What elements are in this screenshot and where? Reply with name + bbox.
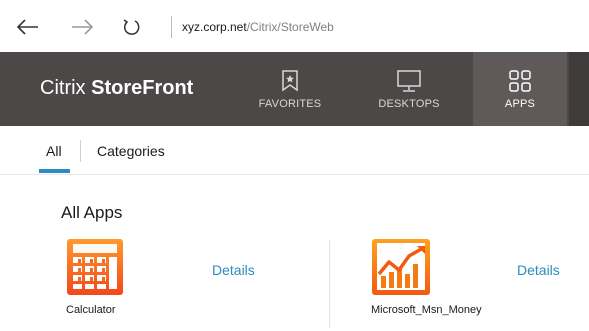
subtab-all[interactable]: All — [46, 143, 62, 159]
app-card-msn-money[interactable]: Details Microsoft_Msn_Money — [330, 238, 589, 328]
subtab-categories[interactable]: Categories — [97, 143, 165, 159]
tab-desktops-label: DESKTOPS — [378, 97, 440, 110]
tab-apps-label: APPS — [504, 97, 536, 110]
monitor-icon — [396, 69, 422, 93]
back-arrow-icon[interactable] — [14, 13, 42, 41]
details-link-calculator[interactable]: Details — [212, 262, 255, 278]
brand-bold: StoreFront — [91, 77, 194, 99]
section-title: All Apps — [61, 203, 123, 222]
app-name-calculator: Calculator — [66, 304, 116, 316]
subnav-bar: All Categories — [0, 126, 589, 175]
tab-desktops[interactable]: DESKTOPS — [362, 52, 456, 126]
app-name-msn-money: Microsoft_Msn_Money — [371, 304, 482, 316]
storefront-header: Citrix StoreFront FAVORITES DESKTOPS APP… — [0, 52, 589, 126]
tab-apps[interactable]: APPS — [473, 52, 567, 126]
address-separator — [171, 16, 172, 38]
refresh-icon[interactable] — [118, 13, 146, 41]
url-host: xyz.corp.net — [182, 20, 247, 34]
active-tab-indicator — [39, 169, 70, 173]
brand-logo: Citrix StoreFront — [40, 77, 193, 100]
details-link-msn-money[interactable]: Details — [517, 262, 560, 278]
app-card-calculator[interactable]: Details Calculator — [0, 238, 329, 328]
header-edge — [569, 52, 589, 126]
forward-arrow-icon[interactable] — [68, 13, 96, 41]
calculator-icon[interactable] — [66, 238, 124, 296]
money-chart-icon[interactable] — [371, 238, 430, 296]
apps-grid-icon — [508, 69, 532, 93]
url-path: /Citrix/StoreWeb — [246, 20, 334, 34]
bookmark-icon — [281, 69, 299, 93]
tab-favorites-label: FAVORITES — [258, 97, 322, 110]
subtab-separator — [80, 140, 81, 162]
browser-toolbar: xyz.corp.net/Citrix/StoreWeb — [0, 0, 589, 53]
address-bar[interactable]: xyz.corp.net/Citrix/StoreWeb — [182, 20, 334, 34]
tab-favorites[interactable]: FAVORITES — [243, 52, 337, 126]
brand-light: Citrix — [40, 77, 92, 99]
